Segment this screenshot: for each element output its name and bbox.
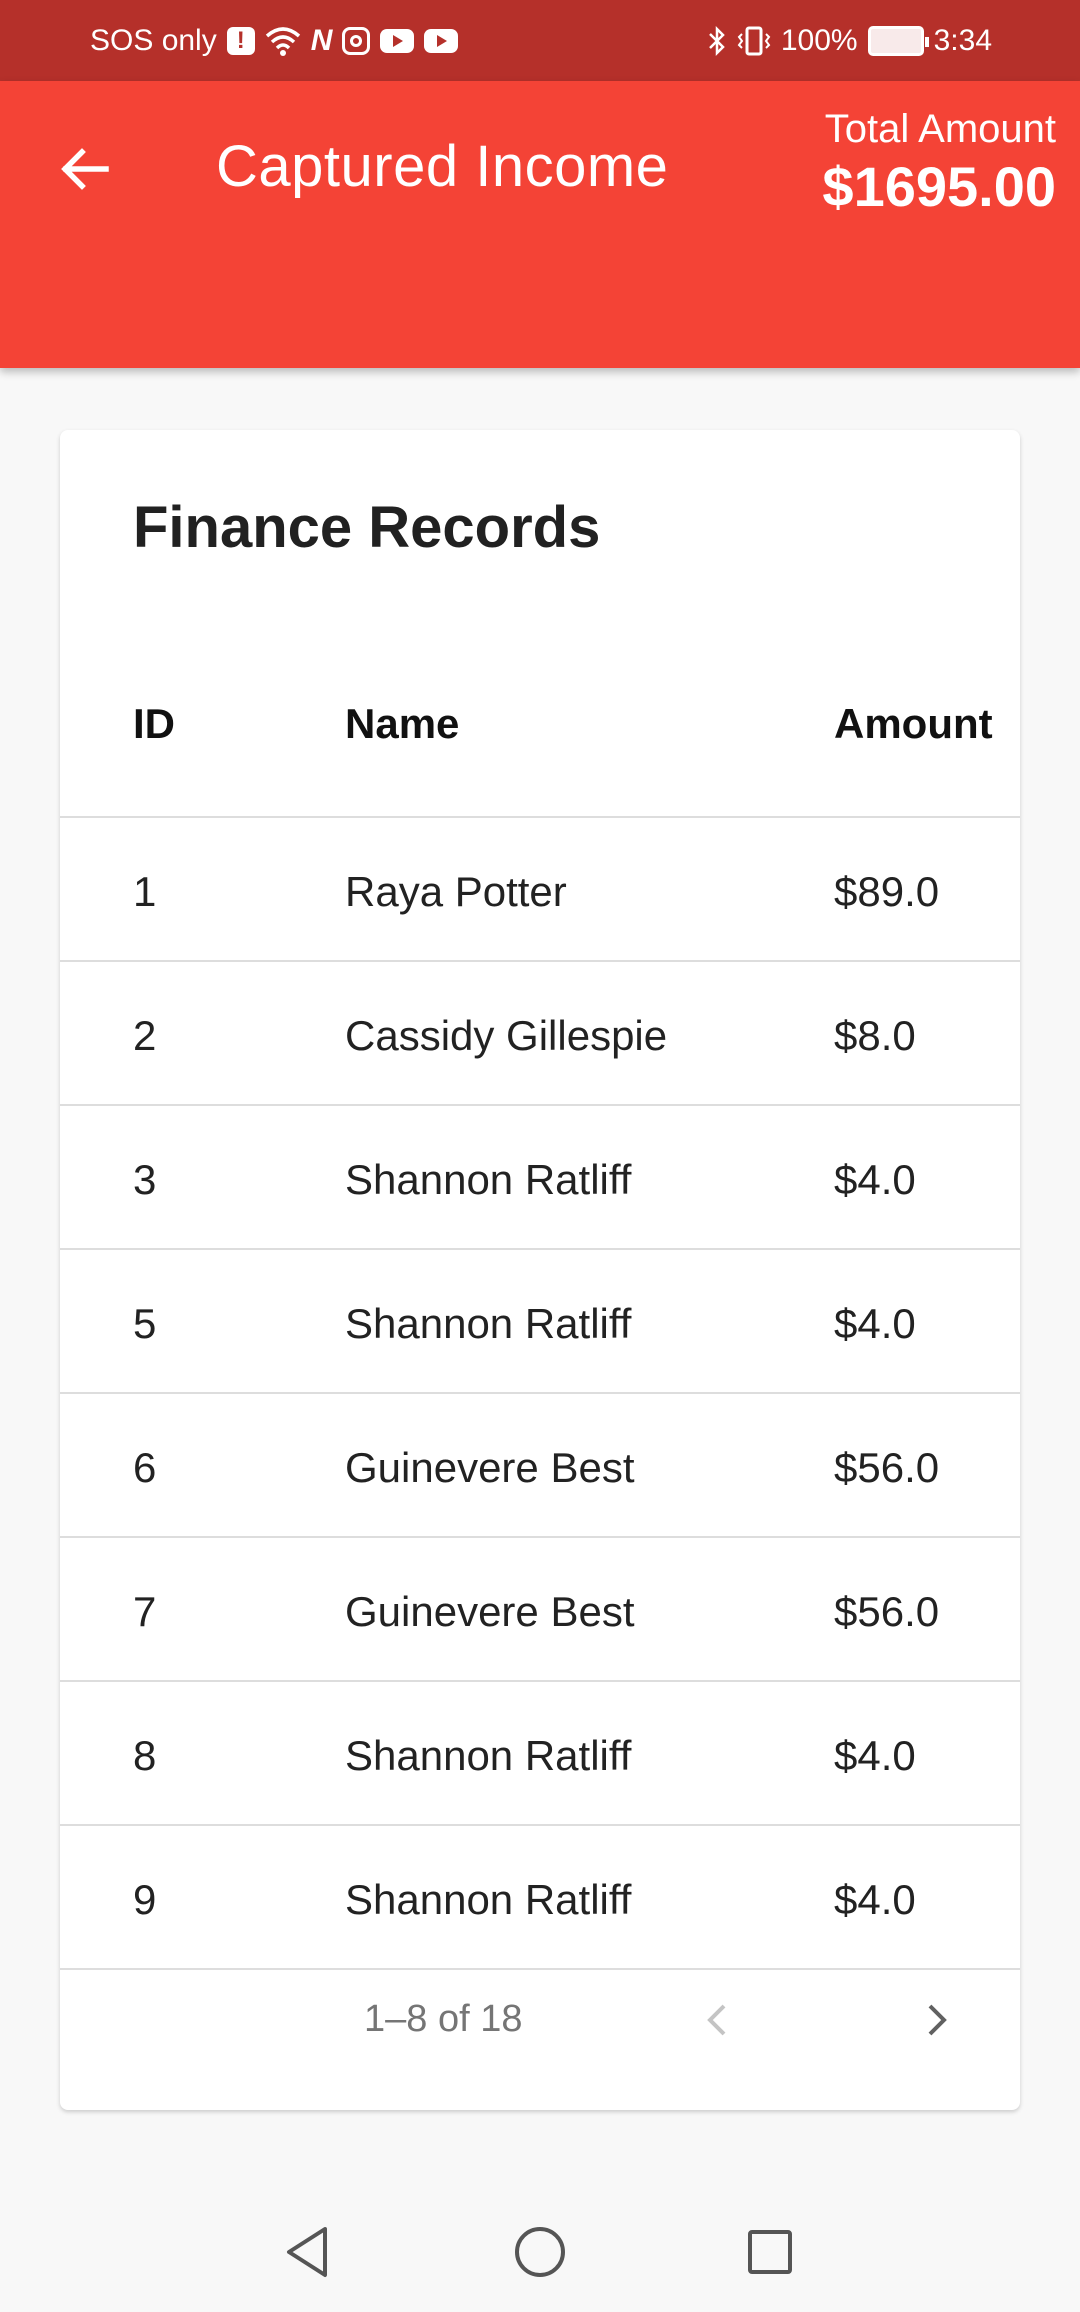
battery-percent: 100% (780, 23, 858, 57)
card-title: Finance Records (133, 495, 601, 560)
table-row[interactable]: 8 Shannon Ratliff $4.0 (60, 1682, 1020, 1826)
cell-amount: $56.0 (834, 1444, 940, 1491)
table-row[interactable]: 2 Cassidy Gillespie $8.0 (60, 962, 1020, 1106)
nav-back-button[interactable] (276, 2220, 340, 2284)
cell-id: 2 (133, 1012, 157, 1059)
battery-charging-icon (867, 25, 929, 56)
table-pagination: 1–8 of 18 (60, 1940, 1020, 2110)
cell-id: 1 (133, 868, 157, 915)
cell-id: 6 (133, 1444, 157, 1491)
table-row[interactable]: 3 Shannon Ratliff $4.0 (60, 1106, 1020, 1250)
column-header-id: ID (133, 700, 175, 747)
cell-name: Shannon Ratliff (345, 1732, 632, 1779)
cell-id: 5 (133, 1300, 157, 1347)
finance-table: ID Name Amount 1 Raya Potter $89.0 2 Cas… (60, 630, 1020, 1970)
back-button[interactable] (52, 137, 116, 201)
cell-amount: $8.0 (834, 1012, 916, 1059)
cell-id: 3 (133, 1156, 157, 1203)
cell-name: Shannon Ratliff (345, 1300, 632, 1347)
cell-name: Shannon Ratliff (345, 1876, 632, 1923)
column-header-amount: Amount (834, 700, 993, 747)
table-row[interactable]: 6 Guinevere Best $56.0 (60, 1394, 1020, 1538)
nav-home-button[interactable] (508, 2220, 572, 2284)
cell-name: Guinevere Best (345, 1588, 635, 1635)
cell-id: 9 (133, 1876, 157, 1923)
arrow-back-icon (61, 148, 109, 190)
cell-amount: $89.0 (834, 868, 940, 915)
previous-page-button[interactable] (686, 1988, 750, 2052)
cell-amount: $4.0 (834, 1732, 916, 1779)
cell-id: 8 (133, 1732, 157, 1779)
total-amount-value: $1695.00 (822, 155, 1056, 218)
bluetooth-icon (707, 25, 727, 57)
cell-name: Shannon Ratliff (345, 1156, 632, 1203)
alert-icon: ! (226, 26, 255, 55)
status-bar: SOS only ! N 100% 3:34 (0, 0, 1080, 81)
cell-amount: $4.0 (834, 1156, 916, 1203)
circle-home-icon (515, 2227, 565, 2277)
finance-records-card: Finance Records ID Name Amount 1 Raya Po… (60, 430, 1020, 2110)
youtube-icon (380, 28, 415, 53)
total-amount-label: Total Amount (824, 107, 1056, 151)
page-title: Captured Income (216, 134, 669, 199)
carrier-text: SOS only (90, 23, 217, 57)
nav-recents-button[interactable] (738, 2220, 802, 2284)
system-navigation-bar (0, 2190, 1080, 2312)
cell-name: Guinevere Best (345, 1444, 635, 1491)
instagram-icon (342, 26, 371, 55)
total-amount-block: Total Amount $1695.00 (822, 107, 1056, 219)
chevron-left-icon (707, 2004, 726, 2036)
square-recents-icon (748, 2230, 792, 2274)
vibrate-icon (737, 25, 771, 57)
cell-id: 7 (133, 1588, 157, 1635)
app-bar: Captured Income Total Amount $1695.00 (0, 81, 1080, 368)
n-app-icon: N (310, 23, 333, 57)
youtube-icon (424, 28, 459, 53)
cell-name: Cassidy Gillespie (345, 1012, 668, 1059)
wifi-icon (265, 26, 301, 56)
clock-time: 3:34 (933, 23, 992, 57)
triangle-back-icon (287, 2227, 327, 2277)
cell-amount: $4.0 (834, 1876, 916, 1923)
table-header: ID Name Amount (60, 630, 1020, 818)
chevron-right-icon (928, 2004, 947, 2036)
status-bar-right: 100% 3:34 (707, 24, 992, 58)
cell-name: Raya Potter (345, 868, 567, 915)
pagination-range-text: 1–8 of 18 (364, 1998, 523, 2040)
table-row[interactable]: 1 Raya Potter $89.0 (60, 818, 1020, 962)
next-page-button[interactable] (904, 1988, 968, 2052)
status-bar-left: SOS only ! N (90, 23, 459, 58)
table-row[interactable]: 7 Guinevere Best $56.0 (60, 1538, 1020, 1682)
column-header-name: Name (345, 700, 460, 747)
cell-amount: $56.0 (834, 1588, 940, 1635)
table-row[interactable]: 5 Shannon Ratliff $4.0 (60, 1250, 1020, 1394)
cell-amount: $4.0 (834, 1300, 916, 1347)
